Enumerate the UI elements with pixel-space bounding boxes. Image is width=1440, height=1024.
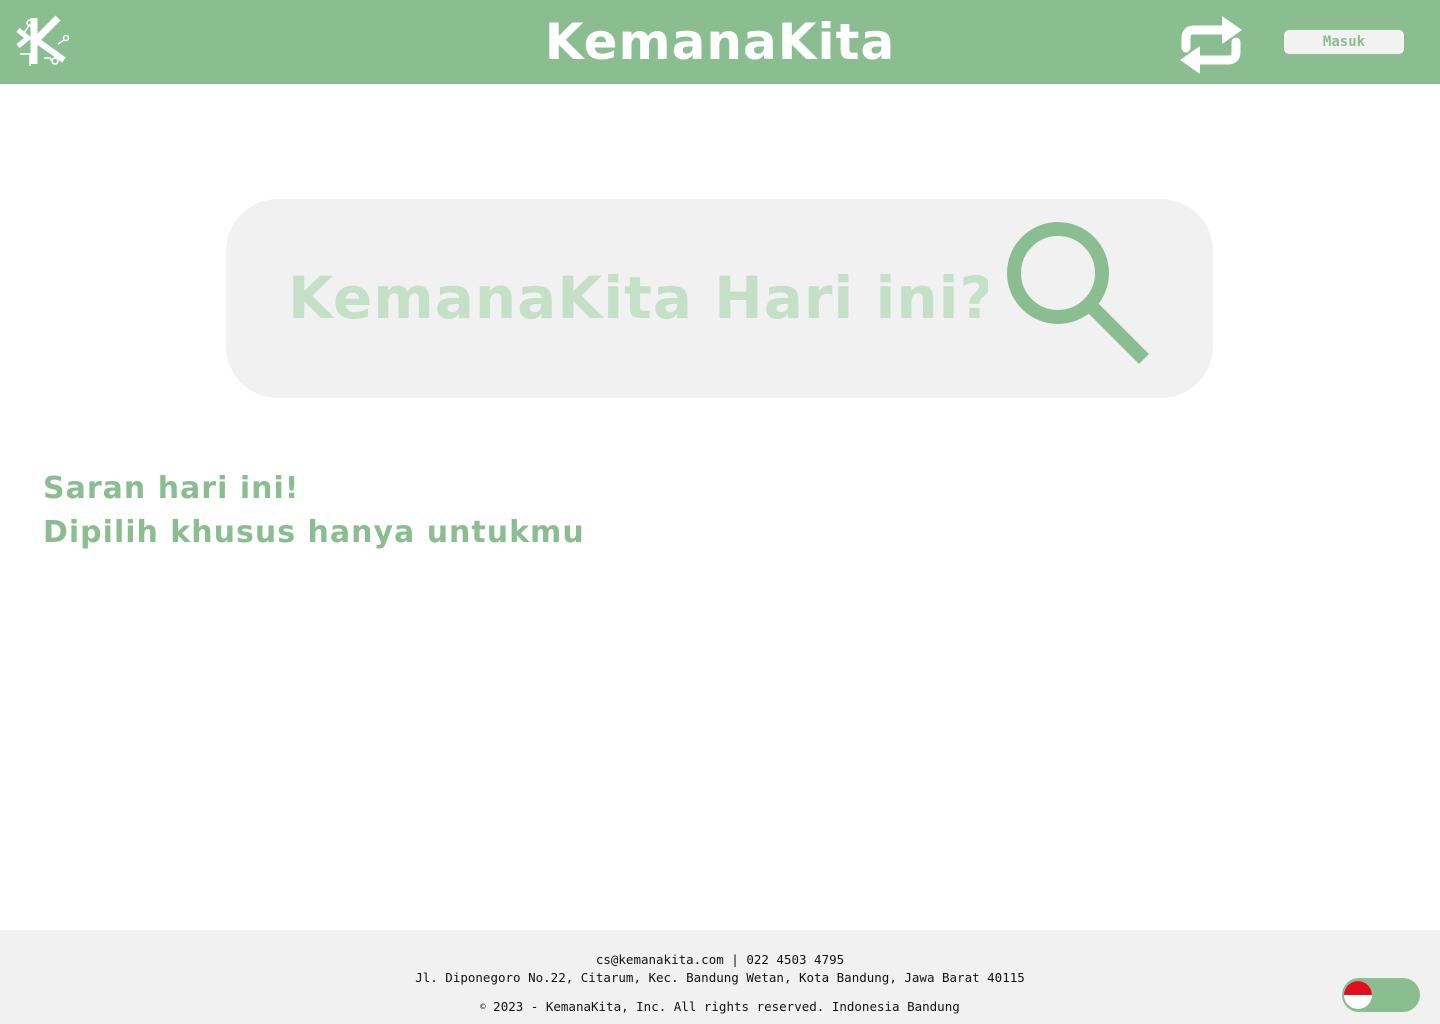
swap-arrows-icon[interactable] [1176, 14, 1246, 76]
search-bar[interactable] [226, 199, 1213, 398]
flag-red-stripe [1344, 981, 1372, 995]
login-button[interactable]: Masuk [1284, 30, 1404, 54]
footer-address: Jl. Diponegoro No.22, Citarum, Kec. Band… [415, 970, 1025, 985]
repeat-icon [1180, 16, 1242, 74]
suggestions-title: Saran hari ini! [43, 471, 300, 506]
indonesia-flag-icon [1344, 981, 1372, 1009]
search-icon [1007, 222, 1149, 364]
search-input[interactable] [288, 255, 988, 341]
header-bar: KemanaKita Masuk [0, 0, 1440, 84]
footer-contact: cs@kemanakita.com | 022 4503 4795 [595, 952, 845, 967]
footer-copyright: © 2023 - KemanaKita, Inc. All rights res… [0, 999, 1440, 1014]
search-button[interactable] [1002, 217, 1152, 367]
suggestions-subtitle: Dipilih khusus hanya untukmu [43, 515, 585, 550]
copyright-text: 2023 - KemanaKita, Inc. All rights reser… [485, 999, 960, 1014]
page: KemanaKita Masuk Saran hari ini! Dipilih… [0, 0, 1440, 1024]
footer: cs@kemanakita.com | 022 4503 4795 Jl. Di… [0, 930, 1440, 1024]
language-toggle[interactable] [1342, 978, 1420, 1012]
